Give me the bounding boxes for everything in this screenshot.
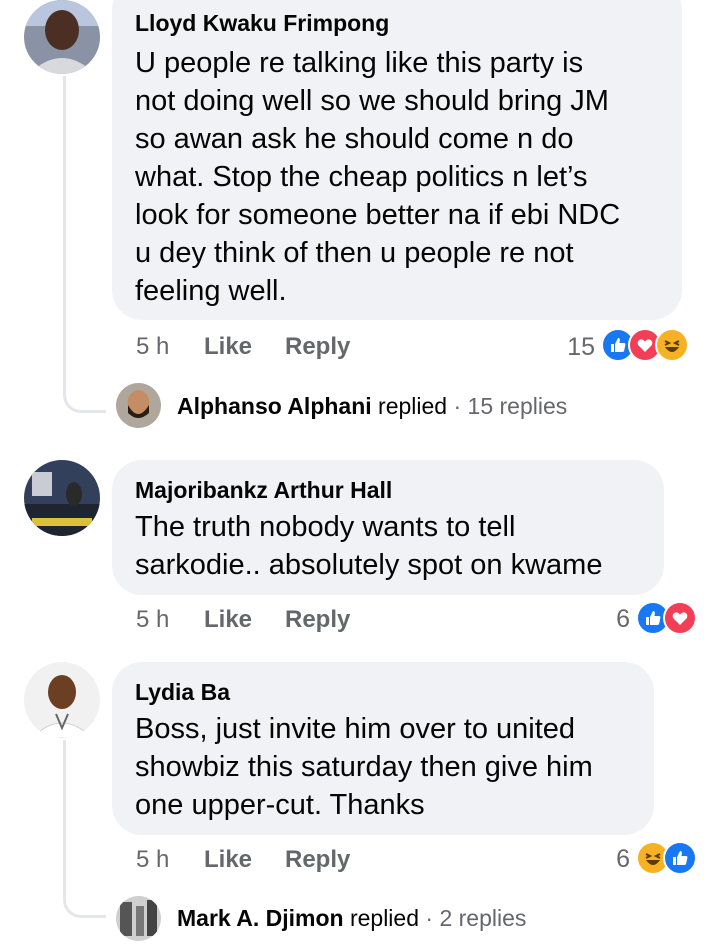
comment-text-line: U people re talking like this party is: [135, 47, 584, 79]
comment-text-line: The truth nobody wants to tell: [135, 511, 516, 543]
reply-action: replied: [378, 393, 448, 419]
like-reaction-icon: [663, 841, 697, 875]
reply-button[interactable]: Reply: [285, 333, 350, 361]
reply-count[interactable]: 2 replies: [439, 905, 526, 931]
thread-line: [63, 740, 66, 860]
comment-timestamp[interactable]: 5 h: [136, 606, 169, 634]
comment-text-line: u dey think of then u people re not: [135, 237, 574, 269]
comment-timestamp[interactable]: 5 h: [136, 846, 169, 874]
reply-summary[interactable]: Mark A. Djimon replied · 2 replies: [177, 905, 526, 932]
reply-separator: ·: [425, 905, 434, 931]
reply-avatar[interactable]: [116, 383, 161, 428]
reply-author[interactable]: Alphanso Alphani: [177, 393, 372, 419]
avatar[interactable]: [24, 0, 100, 74]
like-button[interactable]: Like: [204, 846, 252, 874]
comment-author[interactable]: Majoribankz Arthur Hall: [135, 477, 392, 504]
comment-timestamp[interactable]: 5 h: [136, 333, 169, 361]
comment-author[interactable]: Lydia Ba: [135, 679, 230, 706]
reply-author[interactable]: Mark A. Djimon: [177, 905, 344, 931]
comment-text-line: showbiz this saturday then give him: [135, 751, 593, 783]
thread-connector: [63, 350, 106, 413]
comment-text-line: what. Stop the cheap politics n let’s: [135, 161, 588, 193]
comment-text-line: Boss, just invite him over to united: [135, 713, 576, 745]
thread-line: [63, 76, 66, 356]
avatar[interactable]: [24, 460, 100, 536]
reaction-icons[interactable]: [636, 601, 697, 635]
comment-text-line: look for someone better na if ebi NDC: [135, 199, 621, 231]
comment-text-line: one upper-cut. Thanks: [135, 789, 425, 821]
reply-summary[interactable]: Alphanso Alphani replied · 15 replies: [177, 393, 567, 420]
reply-action: replied: [349, 905, 419, 931]
haha-reaction-icon: [655, 328, 689, 362]
reaction-icons[interactable]: [636, 841, 697, 875]
comment-text-line: feeling well.: [135, 275, 287, 307]
reply-button[interactable]: Reply: [285, 606, 350, 634]
comment-text-line: so awan ask he should come n do: [135, 123, 574, 155]
comment-author[interactable]: Lloyd Kwaku Frimpong: [135, 10, 389, 37]
comment-text-line: not doing well so we should bring JM: [135, 85, 609, 117]
reaction-icons[interactable]: [601, 328, 689, 362]
reply-separator: ·: [453, 393, 462, 419]
like-button[interactable]: Like: [204, 333, 252, 361]
reaction-count[interactable]: 6: [580, 605, 630, 634]
reply-button[interactable]: Reply: [285, 846, 350, 874]
reaction-count[interactable]: 15: [540, 333, 595, 362]
like-button[interactable]: Like: [204, 606, 252, 634]
avatar[interactable]: [24, 662, 100, 738]
reaction-count[interactable]: 6: [580, 845, 630, 874]
reply-count[interactable]: 15 replies: [468, 393, 568, 419]
thread-connector: [63, 855, 106, 918]
comment-text-line: sarkodie.. absolutely spot on kwame: [135, 549, 603, 581]
reply-avatar[interactable]: [116, 896, 161, 941]
love-reaction-icon: [663, 601, 697, 635]
